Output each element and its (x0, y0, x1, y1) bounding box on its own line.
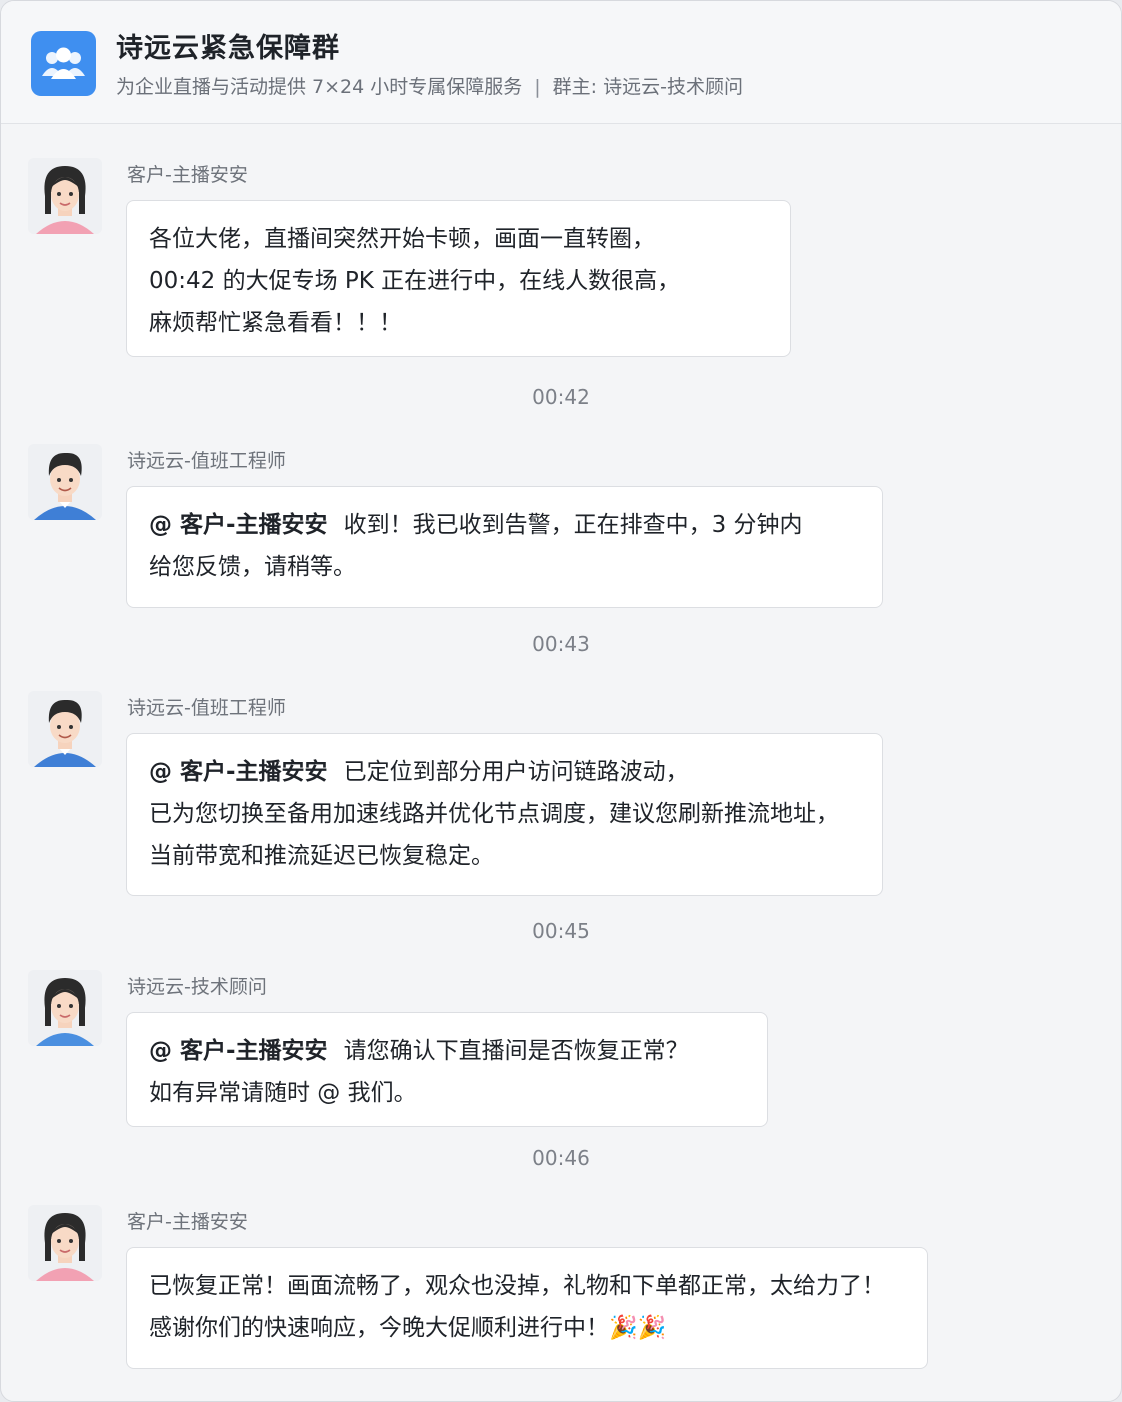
message-text: 收到！我已收到告警，正在排查中，3 分钟内 (343, 512, 803, 538)
group-title: 诗远云紧急保障群 (116, 33, 340, 64)
chat-header: 诗远云紧急保障群 为企业直播与活动提供 7×24 小时专属保障服务 | 群主: 诗远… (1, 1, 1121, 124)
sender-name: 诗远云-值班工程师 (127, 450, 286, 472)
female-avatar-blue-icon[interactable] (28, 970, 102, 1046)
male-avatar-blue-icon[interactable] (28, 444, 102, 520)
message-text-line: 已为您切换至备用加速线路并优化节点调度，建议您刷新推流地址， (149, 801, 839, 827)
message-text-line: @ 客户-主播安安 收到！我已收到告警，正在排查中，3 分钟内 (149, 504, 860, 546)
message-text-line: 00:42 的大促专场 PK 正在进行中，在线人数很高， (149, 268, 681, 294)
male-avatar-blue-icon[interactable] (28, 691, 102, 767)
sender-name: 诗远云-值班工程师 (127, 697, 286, 719)
message-text-line: @ 客户-主播安安 已定位到部分用户访问链路波动， (149, 751, 860, 793)
sender-name: 诗远云-技术顾问 (127, 976, 267, 998)
message-timestamp: 00:42 (532, 385, 590, 409)
group-subtitle: 为企业直播与活动提供 7×24 小时专属保障服务 | 群主: 诗远云-技术顾问 (116, 72, 743, 99)
message-text-line: 当前带宽和推流延迟已恢复稳定。 (149, 843, 494, 869)
message-timestamp: 00:45 (532, 919, 590, 943)
message-timestamp: 00:46 (532, 1146, 590, 1170)
mention-tag[interactable]: @ 客户-主播安安 (149, 512, 328, 538)
message-text: 已定位到部分用户访问链路波动， (343, 759, 689, 785)
message-text: 请您确认下直播间是否恢复正常？ (343, 1038, 689, 1064)
message-text-line: 麻烦帮忙紧急看看！！！ (149, 310, 402, 336)
message-bubble[interactable]: @ 客户-主播安安 已定位到部分用户访问链路波动， 已为您切换至备用加速线路并优化… (126, 733, 883, 896)
message-bubble[interactable]: 已恢复正常！画面流畅了，观众也没掉，礼物和下单都正常，太给力了！ 感谢你们的快速… (126, 1247, 928, 1369)
sender-name: 客户-主播安安 (127, 1211, 248, 1233)
sender-name: 客户-主播安安 (127, 164, 248, 186)
group-owner: 群主: 诗远云-技术顾问 (552, 76, 743, 98)
mention-tag[interactable]: @ 客户-主播安安 (149, 1038, 328, 1064)
group-description: 为企业直播与活动提供 7×24 小时专属保障服务 (116, 76, 523, 98)
message-text-line: 已恢复正常！画面流畅了，观众也没掉，礼物和下单都正常，太给力了！ (149, 1273, 885, 1299)
message-text-line: 给您反馈，请稍等。 (149, 554, 356, 580)
message-text-line: @ 客户-主播安安 请您确认下直播间是否恢复正常？ (149, 1030, 745, 1072)
message-bubble[interactable]: 各位大佬，直播间突然开始卡顿，画面一直转圈， 00:42 的大促专场 PK 正在… (126, 200, 791, 357)
message-bubble[interactable]: @ 客户-主播安安 请您确认下直播间是否恢复正常？ 如有异常请随时 @ 我们。 (126, 1012, 768, 1127)
mention-tag[interactable]: @ 客户-主播安安 (149, 759, 328, 785)
message-timestamp: 00:43 (532, 632, 590, 656)
subtitle-separator: | (534, 76, 541, 98)
message-text-line: 各位大佬，直播间突然开始卡顿，画面一直转圈， (149, 226, 655, 252)
message-bubble[interactable]: @ 客户-主播安安 收到！我已收到告警，正在排查中，3 分钟内 给您反馈，请稍等。 (126, 486, 883, 608)
female-avatar-pink-icon[interactable] (28, 1205, 102, 1281)
chat-window: 诗远云紧急保障群 为企业直播与活动提供 7×24 小时专属保障服务 | 群主: 诗远… (0, 0, 1122, 1402)
female-avatar-pink-icon[interactable] (28, 158, 102, 234)
group-people-icon[interactable] (31, 31, 96, 96)
message-text-line: 如有异常请随时 @ 我们。 (149, 1080, 417, 1106)
message-text-line: 感谢你们的快速响应，今晚大促顺利进行中！🎉🎉 (149, 1315, 667, 1341)
